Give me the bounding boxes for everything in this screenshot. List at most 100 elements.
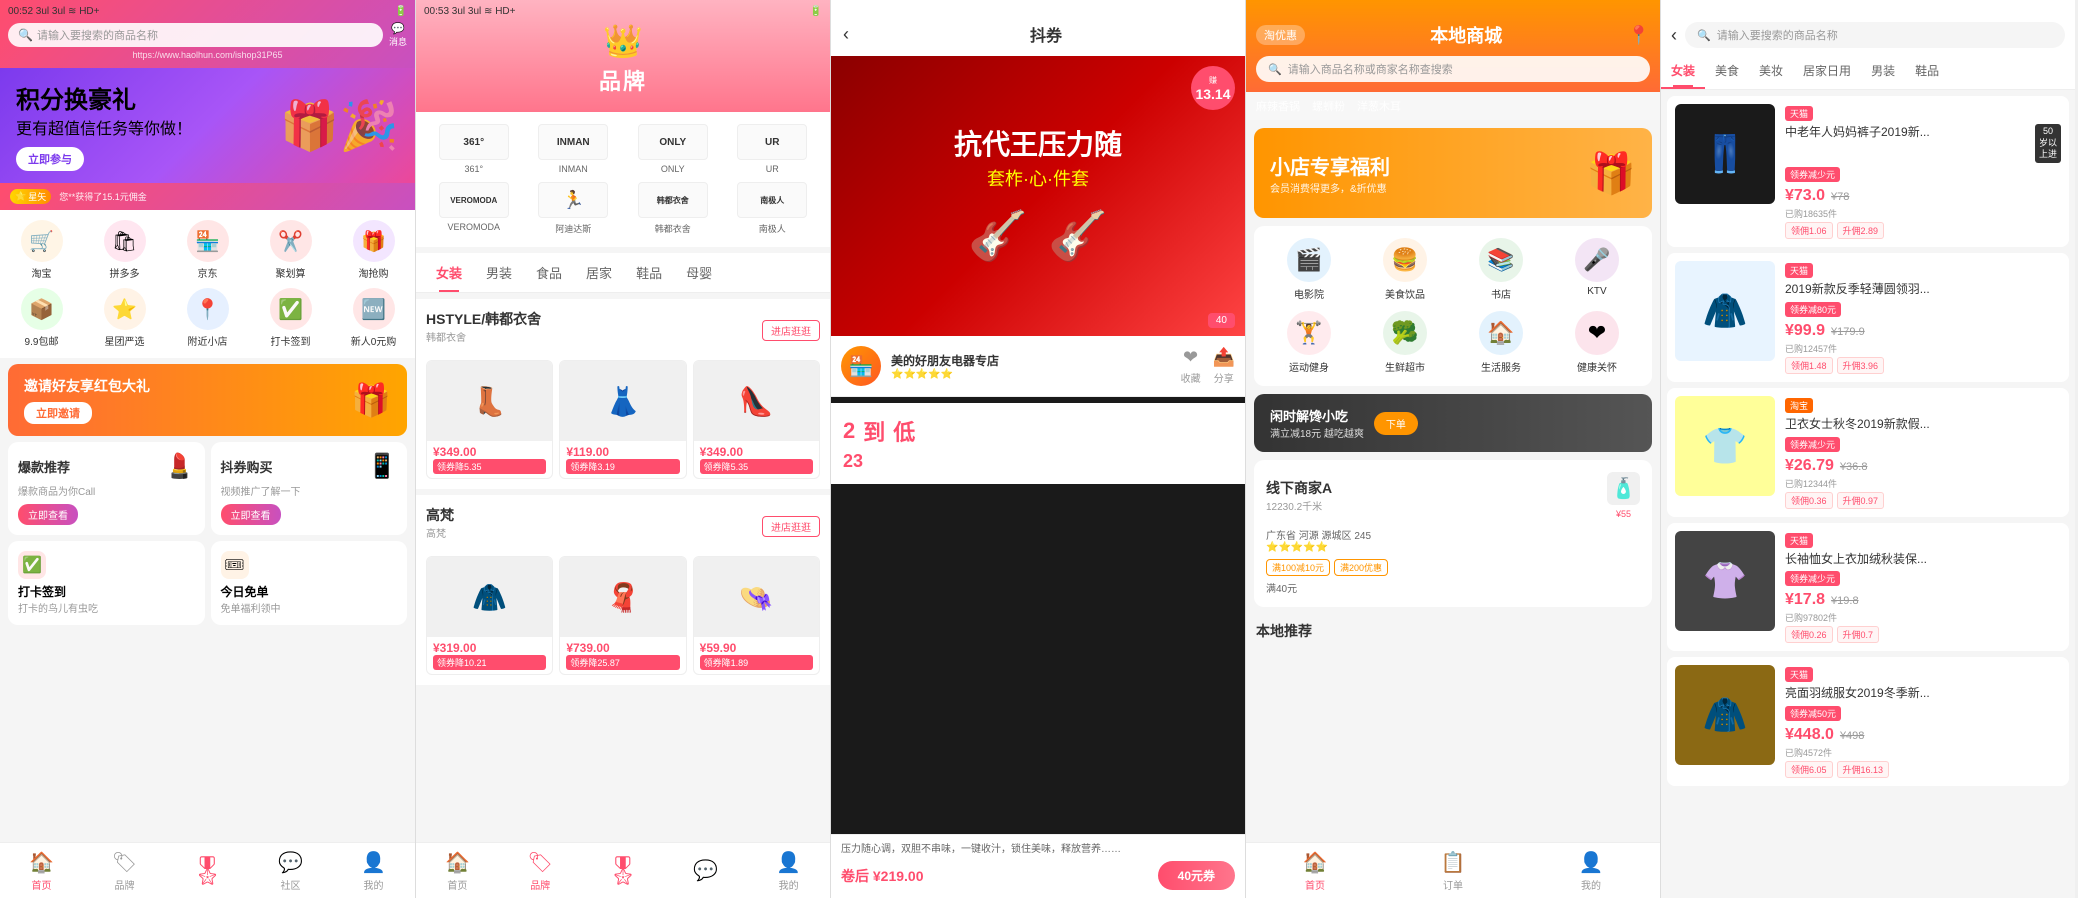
store-gaofan: 高梵 高梵 进店逛逛 🧥 ¥319.00 领券降10.21 🧣 ¥739.00 …	[416, 495, 830, 685]
service-health[interactable]: ❤ 健康关怀	[1554, 311, 1640, 374]
nav-taoqianggou[interactable]: 🎁 淘抢购	[332, 220, 415, 280]
nav-mine[interactable]: 👤 我的	[332, 850, 415, 892]
list-item[interactable]: 🧥 天猫 2019新款反季轻薄圆领羽... 领券减80元 ¥99.9 ¥179.…	[1667, 253, 2069, 382]
nav-brand[interactable]: 🏷 品牌	[83, 850, 166, 892]
product-0-0[interactable]: 👢 ¥349.00 领券降5.35	[426, 360, 553, 479]
nav-fujin[interactable]: 📍 附近小店	[166, 288, 249, 348]
user-tag: ⭐ 星矢	[10, 189, 51, 204]
store-hstyle: HSTYLE/韩都衣舍 韩都衣舍 进店逛逛 👢 ¥349.00 领券降5.35 …	[416, 299, 830, 489]
phone-2: 00:53 3ul 3ul ≋ HD+ 🔋 👑 品牌 361° 361° INM…	[415, 0, 830, 898]
nav-taobao[interactable]: 🛒 淘宝	[0, 220, 83, 280]
tab-jujia[interactable]: 居家	[574, 253, 624, 292]
nav-community[interactable]: 💬 社区	[249, 850, 332, 892]
nav4-home[interactable]: 🏠 首页	[1246, 850, 1384, 892]
cat-malaxiangguo[interactable]: 麻辣香锅	[1256, 98, 1300, 114]
service-ktv[interactable]: 🎤 KTV	[1554, 238, 1640, 301]
brand-ur[interactable]: UR UR	[727, 124, 819, 174]
back-btn-5[interactable]: ‹	[1671, 25, 1677, 46]
search-box-5[interactable]: 🔍 请输入要搜索的商品名称	[1685, 22, 2065, 48]
video-sub: 套柞·心·件套	[954, 165, 1122, 191]
product-1-0[interactable]: 🧥 ¥319.00 领券降10.21	[426, 556, 553, 675]
brand-veromoda[interactable]: VEROMODA VEROMODA	[428, 182, 520, 235]
service-gym[interactable]: 🏋 运动健身	[1266, 311, 1352, 374]
nav4-mine[interactable]: 👤 我的	[1522, 850, 1660, 892]
nav2-mine[interactable]: 👤 我的	[747, 850, 830, 892]
service-life[interactable]: 🏠 生活服务	[1458, 311, 1544, 374]
nav2-home[interactable]: 🏠 首页	[416, 850, 499, 892]
tab5-nvzhuang[interactable]: 女装	[1661, 54, 1705, 89]
tab-shipin[interactable]: 食品	[524, 253, 574, 292]
action-share[interactable]: 📤 分享	[1213, 347, 1235, 385]
brand-only[interactable]: ONLY ONLY	[627, 124, 719, 174]
tab5-meishi[interactable]: 美食	[1705, 54, 1749, 89]
tab5-jujia[interactable]: 居家日用	[1793, 54, 1861, 89]
banner-btn[interactable]: 立即参与	[16, 147, 84, 171]
list-item[interactable]: 👕 淘宝 卫衣女士秋冬2019新款假... 领券减少元 ¥26.79 ¥36.8…	[1667, 388, 2069, 517]
nav-xingtuan[interactable]: ⭐ 星团严选	[83, 288, 166, 348]
tab5-meizhuang[interactable]: 美妆	[1749, 54, 1793, 89]
food-title: 闲时解馋小吃	[1270, 406, 1364, 425]
cat-yangcong[interactable]: 洋葱木耳	[1357, 98, 1401, 114]
back-btn-3[interactable]: ‹	[843, 24, 849, 45]
list-item[interactable]: 🧥 天猫 亮面羽绒服女2019冬季新... 领券减50元 ¥448.0 ¥498…	[1667, 657, 2069, 786]
tab-xiepin[interactable]: 鞋品	[624, 253, 674, 292]
service-cinema[interactable]: 🎬 电影院	[1266, 238, 1352, 301]
list-item[interactable]: 👚 天猫 长袖恤女上衣加绒秋装保... 领券减少元 ¥17.8 ¥19.8 已购…	[1667, 523, 2069, 652]
cat-luosifen[interactable]: 螺蛳粉	[1312, 98, 1345, 114]
nav4-order[interactable]: 📋 订单	[1384, 850, 1522, 892]
promo-banner-1: 邀请好友享红包大礼 立即邀请 🎁	[8, 364, 407, 436]
nav-jingdong[interactable]: 🏪 京东	[166, 220, 249, 280]
nav-juhuasuan[interactable]: ✂️ 聚划算	[249, 220, 332, 280]
earn-text: 您**获得了15.1元佣金	[59, 190, 405, 203]
section-btn-0[interactable]: 立即查看	[18, 504, 78, 525]
brand-nanjiren[interactable]: 南极人 南极人	[727, 182, 819, 235]
bottom-desc: 压力随心调，双胆不串味，一键收汁，锁住美味，释放营养……	[841, 843, 1235, 857]
category-row: 麻辣香锅 螺蛳粉 洋葱木耳	[1246, 92, 1660, 120]
product-0-2[interactable]: 👠 ¥349.00 领券降5.35	[693, 360, 820, 479]
cat-tabs-2: 女装 男装 食品 居家 鞋品 母婴	[416, 253, 830, 293]
nav-home[interactable]: 🏠 首页	[0, 850, 83, 892]
nav2-brand[interactable]: 🏷 品牌	[499, 850, 582, 892]
nav2-comm[interactable]: 💬	[664, 858, 747, 883]
store-tag-1[interactable]: 进店逛逛	[762, 516, 820, 537]
promo-btn[interactable]: 立即邀请	[24, 402, 92, 424]
product-1-2[interactable]: 👒 ¥59.90 领券降1.89	[693, 556, 820, 675]
product-1-1[interactable]: 🧣 ¥739.00 领券降25.87	[559, 556, 686, 675]
store-info: 🏪 美的好朋友电器专店 ⭐⭐⭐⭐⭐ ❤ 收藏 📤 分享	[831, 336, 1245, 397]
section-btn-1[interactable]: 立即查看	[221, 504, 281, 525]
nav-pinduoduo[interactable]: 🛍 拼多多	[83, 220, 166, 280]
tab-nvzhuang[interactable]: 女装	[424, 253, 474, 292]
service-grid: 🎬 电影院 🍔 美食饮品 📚 书店 🎤 KTV 🏋 运动健身 🥦 生鲜超市 🏠 …	[1254, 226, 1652, 386]
nav2-center[interactable]: 🎖	[582, 854, 665, 887]
nav-baoyou[interactable]: 📦 9.9包邮	[0, 288, 83, 348]
brand-handuyishe[interactable]: 韩都衣舍 韩都衣舍	[627, 182, 719, 235]
brand-adidas[interactable]: 🏃 阿迪达斯	[528, 182, 620, 235]
service-bookstore[interactable]: 📚 书店	[1458, 238, 1544, 301]
tab-muying[interactable]: 母婴	[674, 253, 724, 292]
brand-361[interactable]: 361° 361°	[428, 124, 520, 174]
msg-btn[interactable]: 💬 消息	[389, 22, 407, 48]
tab5-xiepin[interactable]: 鞋品	[1905, 54, 1949, 89]
tab-nanzhuang[interactable]: 男装	[474, 253, 524, 292]
service-fresh[interactable]: 🥦 生鲜超市	[1362, 311, 1448, 374]
search-box-4[interactable]: 🔍 请输入商品名称或商家名称查搜索	[1256, 56, 1650, 82]
coupon-btn[interactable]: 40元券	[1158, 861, 1235, 890]
phone-1: 00:52 3ul 3ul ≋ HD+ 🔋 🔍 请输入要搜索的商品名称 💬 消息…	[0, 0, 415, 898]
nav-xinren[interactable]: 🆕 新人0元购	[332, 288, 415, 348]
service-food[interactable]: 🍔 美食饮品	[1362, 238, 1448, 301]
banner-subtitle: 更有超值信任务等你做！	[16, 115, 192, 139]
phone-4: 淘优惠 本地商城 📍 🔍 请输入商品名称或商家名称查搜索 麻辣香锅 螺蛳粉 洋葱…	[1245, 0, 1660, 898]
tab5-nanzhuang[interactable]: 男装	[1861, 54, 1905, 89]
coupon-badge: 赚 13.14	[1191, 66, 1235, 110]
search-box-1[interactable]: 🔍 请输入要搜索的商品名称	[8, 23, 383, 47]
feature-daka: ✅ 打卡签到 打卡的鸟儿有虫吃	[8, 541, 205, 625]
video-area: 抗代王压力随 套柞·心·件套 🎸 🎸 赚 13.14 40	[831, 56, 1245, 336]
nav-daka[interactable]: ✅ 打卡签到	[249, 288, 332, 348]
nav-center[interactable]: 🎖	[166, 854, 249, 887]
action-collect[interactable]: ❤ 收藏	[1181, 347, 1201, 385]
food-btn[interactable]: 下单	[1374, 412, 1418, 435]
product-0-1[interactable]: 👗 ¥119.00 领券降3.19	[559, 360, 686, 479]
brand-inman[interactable]: INMAN INMAN	[528, 124, 620, 174]
store-tag-0[interactable]: 进店逛逛	[762, 320, 820, 341]
list-item[interactable]: 👖 天猫 中老年人妈妈裤子2019新... 50岁以上进 领券减少元 ¥73.0…	[1667, 96, 2069, 247]
